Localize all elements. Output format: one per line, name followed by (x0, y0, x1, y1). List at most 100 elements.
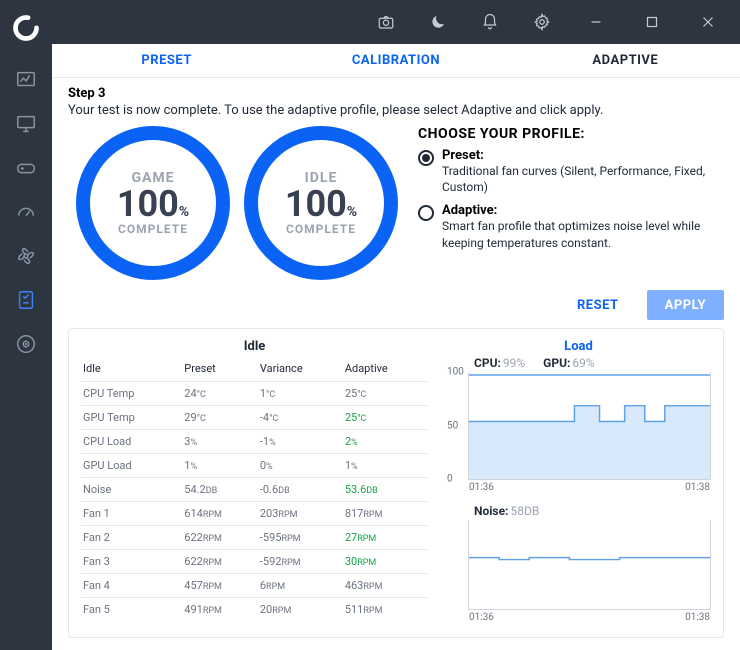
row-preset: 1% (182, 454, 258, 478)
row-preset: 614RPM (182, 502, 258, 526)
table-row: Fan 3622RPM-592RPM30RPM (81, 550, 428, 574)
noise-label: Noise: (474, 504, 508, 518)
table-row: Noise54.2DB-0.6DB53.6DB (81, 478, 428, 502)
gauges: GAME 100% COMPLETE IDLE 100% COMPLETE (68, 126, 398, 280)
window-close[interactable] (684, 0, 732, 44)
sidebar (0, 0, 52, 650)
row-variance: 20RPM (258, 598, 343, 622)
row-variance: 1°C (258, 382, 343, 406)
radio-adaptive[interactable]: Adaptive: Smart fan profile that optimiz… (418, 203, 724, 250)
row-preset: 622RPM (182, 526, 258, 550)
row-adaptive: 511RPM (343, 598, 428, 622)
row-adaptive: 25°C (343, 406, 428, 430)
settings-button[interactable] (520, 0, 564, 44)
tab-preset[interactable]: PRESET (52, 53, 281, 68)
chart-noise-box: 01:36 01:38 (468, 520, 711, 610)
row-name: Fan 3 (81, 550, 182, 574)
reset-button[interactable]: RESET (559, 290, 637, 320)
ytick: 100 (447, 367, 464, 378)
xtick: 01:38 (685, 482, 710, 493)
window-maximize[interactable] (628, 0, 676, 44)
th-adaptive: Adaptive (343, 358, 428, 382)
chart-load-title: Load (446, 339, 711, 354)
row-name: GPU Temp (81, 406, 182, 430)
sidebar-item-dashboard[interactable] (0, 58, 52, 102)
chart-load: Load CPU:99% GPU:69% 100 50 0 01:36 01:3… (446, 339, 711, 480)
table-row: Fan 4457RPM6RPM463RPM (81, 574, 428, 598)
radio-adaptive-label: Adaptive: (442, 203, 724, 218)
sidebar-item-fan[interactable] (0, 234, 52, 278)
chart-noise: Noise:58DB 01:36 01:38 (446, 504, 711, 610)
table-row: CPU Temp24°C1°C25°C (81, 382, 428, 406)
apply-button[interactable]: APPLY (647, 290, 724, 320)
row-name: CPU Temp (81, 382, 182, 406)
row-preset: 24°C (182, 382, 258, 406)
tab-calibration[interactable]: CALIBRATION (281, 53, 510, 68)
table-row: Fan 1614RPM203RPM817RPM (81, 502, 428, 526)
gauge-idle: IDLE 100% COMPLETE (244, 126, 398, 280)
row-preset: 54.2DB (182, 478, 258, 502)
row-variance: -595RPM (258, 526, 343, 550)
radio-adaptive-dot[interactable] (418, 205, 434, 221)
step-label: Step 3 (68, 86, 724, 101)
gauge-game-sub: COMPLETE (118, 222, 188, 236)
row-variance: -0.6DB (258, 478, 343, 502)
row-adaptive: 30RPM (343, 550, 428, 574)
gauge-idle-value: 100% (285, 186, 357, 222)
row-variance: 6RPM (258, 574, 343, 598)
ytick: 0 (447, 474, 453, 485)
table-row: Fan 2622RPM-595RPM27RPM (81, 526, 428, 550)
row-adaptive: 25°C (343, 382, 428, 406)
profile-title: CHOOSE YOUR PROFILE: (418, 126, 724, 142)
table-row: GPU Load1%0%1% (81, 454, 428, 478)
xtick: 01:36 (469, 612, 494, 623)
sidebar-item-monitor[interactable] (0, 102, 52, 146)
row-preset: 3% (182, 430, 258, 454)
row-adaptive: 53.6DB (343, 478, 428, 502)
profile-chooser: CHOOSE YOUR PROFILE: Preset: Traditional… (410, 126, 724, 280)
row-name: Fan 5 (81, 598, 182, 622)
row-preset: 491RPM (182, 598, 258, 622)
gpu-label: GPU: (543, 356, 570, 370)
tab-bar: PRESET CALIBRATION ADAPTIVE (52, 44, 740, 78)
radio-preset-dot[interactable] (418, 150, 434, 166)
table-row: Fan 5491RPM20RPM511RPM (81, 598, 428, 622)
radio-preset-label: Preset: (442, 148, 724, 163)
row-name: CPU Load (81, 430, 182, 454)
row-adaptive: 817RPM (343, 502, 428, 526)
row-preset: 457RPM (182, 574, 258, 598)
row-preset: 29°C (182, 406, 258, 430)
sidebar-item-tuning[interactable] (0, 190, 52, 234)
tab-adaptive[interactable]: ADAPTIVE (511, 53, 740, 68)
row-name: Fan 1 (81, 502, 182, 526)
gauge-idle-sub: COMPLETE (286, 222, 356, 236)
cpu-value: 99% (503, 356, 525, 370)
titlebar (52, 0, 740, 44)
screenshot-button[interactable] (364, 0, 408, 44)
dark-mode-button[interactable] (416, 0, 460, 44)
results-panel: Idle Idle Preset Variance Adaptive CPU T… (68, 328, 724, 638)
radio-preset[interactable]: Preset: Traditional fan curves (Silent, … (418, 148, 724, 195)
noise-value: 58DB (510, 504, 539, 518)
content-area: Step 3 Your test is now complete. To use… (52, 78, 740, 650)
sidebar-item-gaming[interactable] (0, 146, 52, 190)
table-row: GPU Temp29°C-4°C25°C (81, 406, 428, 430)
row-adaptive: 463RPM (343, 574, 428, 598)
sidebar-item-storage[interactable] (0, 322, 52, 366)
ytick: 50 (447, 420, 458, 431)
xtick: 01:36 (469, 482, 494, 493)
notifications-button[interactable] (468, 0, 512, 44)
row-variance: -592RPM (258, 550, 343, 574)
charts-column: Load CPU:99% GPU:69% 100 50 0 01:36 01:3… (446, 339, 711, 627)
window-minimize[interactable] (572, 0, 620, 44)
gauge-game-value: 100% (117, 186, 189, 222)
gauge-game: GAME 100% COMPLETE (76, 126, 230, 280)
row-variance: -4°C (258, 406, 343, 430)
row-adaptive: 2% (343, 430, 428, 454)
radio-adaptive-desc: Smart fan profile that optimizes noise l… (442, 218, 724, 250)
radio-preset-desc: Traditional fan curves (Silent, Performa… (442, 163, 724, 195)
xtick: 01:38 (685, 612, 710, 623)
sidebar-item-calibration[interactable] (0, 278, 52, 322)
table-row: CPU Load3%-1%2% (81, 430, 428, 454)
app-logo-icon (12, 14, 40, 42)
